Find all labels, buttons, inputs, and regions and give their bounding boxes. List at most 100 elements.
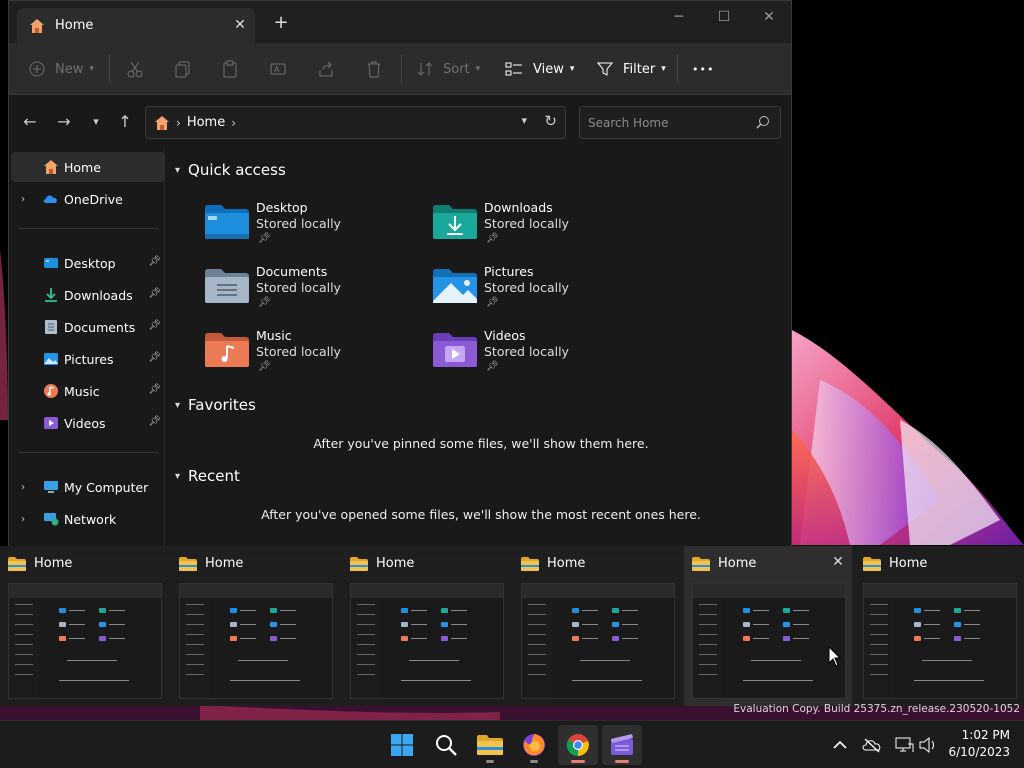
pin-icon[interactable]: 📌︎	[148, 256, 161, 267]
preview-sidebar-line	[528, 644, 546, 645]
pin-icon[interactable]: 📌︎	[148, 320, 161, 331]
window-thumbnail[interactable]: Home	[513, 546, 681, 706]
pin-icon[interactable]: 📌︎	[148, 416, 161, 427]
quick-access-item-desktop[interactable]: Desktop Stored locally 📌︎	[205, 200, 425, 258]
folder-icon	[350, 556, 368, 571]
window-thumbnail[interactable]: Home	[855, 546, 1023, 706]
document-icon	[45, 320, 57, 334]
share-icon[interactable]	[317, 57, 335, 81]
tab-home[interactable]: Home ✕	[17, 8, 255, 43]
start-button[interactable]	[382, 725, 422, 765]
volume-icon[interactable]	[918, 735, 938, 755]
sidebar-item-pictures[interactable]: Pictures 📌︎	[11, 344, 165, 374]
sidebar-item-desktop[interactable]: Desktop 📌︎	[11, 248, 165, 278]
preview-sidebar-line	[699, 664, 717, 665]
clipchamp-taskbar-button[interactable]	[602, 725, 642, 765]
preview-sidebar-line	[528, 654, 546, 655]
music-icon	[44, 384, 58, 398]
preview-text-line	[793, 624, 809, 625]
sidebar-item-documents[interactable]: Documents 📌︎	[11, 312, 165, 342]
pin-icon[interactable]: 📌︎	[148, 352, 161, 363]
quick-access-item-videos[interactable]: Videos Stored locally 📌︎	[433, 328, 653, 386]
onedrive-offline-icon[interactable]	[862, 735, 882, 755]
window-thumbnail[interactable]: Home ✕	[684, 546, 852, 706]
active-indicator	[571, 760, 585, 763]
search-button[interactable]	[426, 725, 466, 765]
section-title: Quick access	[188, 161, 286, 179]
quick-access-item-pictures[interactable]: Pictures Stored locally 📌︎	[433, 264, 653, 322]
close-button[interactable]: ✕	[749, 5, 789, 29]
window-thumbnail[interactable]: Home	[171, 546, 339, 706]
breadcrumb-home[interactable]: Home	[187, 115, 225, 130]
more-options-button[interactable]: •••	[692, 57, 714, 81]
sidebar-item-my-computer[interactable]: › My Computer	[11, 472, 165, 502]
expand-chevron-icon[interactable]: ›	[21, 482, 25, 493]
copy-icon[interactable]	[174, 57, 192, 81]
delete-icon[interactable]	[365, 57, 383, 81]
pin-icon: 📌︎	[258, 361, 271, 372]
firefox-taskbar-button[interactable]	[514, 725, 554, 765]
tab-close-icon[interactable]: ✕	[231, 16, 249, 34]
filter-button[interactable]: Filter ▾	[597, 57, 666, 81]
file-explorer-taskbar-button[interactable]	[470, 725, 510, 765]
cut-icon[interactable]	[126, 57, 144, 81]
pin-icon[interactable]: 📌︎	[148, 384, 161, 395]
minimize-button[interactable]: ─	[659, 5, 699, 29]
recent-locations-chevron-icon[interactable]: ▾	[86, 112, 106, 132]
sidebar-item-music[interactable]: Music 📌︎	[11, 376, 165, 406]
preview-message-line	[580, 660, 630, 661]
preview-sidebar-line	[699, 644, 717, 645]
window-thumbnail[interactable]: Home	[342, 546, 510, 706]
preview-sidebar-line	[15, 664, 33, 665]
sidebar-item-videos[interactable]: Videos 📌︎	[11, 408, 165, 438]
quick-access-item-documents[interactable]: Documents Stored locally 📌︎	[205, 264, 425, 322]
recent-header[interactable]: ▾ Recent	[175, 467, 240, 485]
search-icon[interactable]	[756, 115, 770, 129]
paste-icon[interactable]	[221, 57, 239, 81]
close-thumbnail-icon[interactable]: ✕	[828, 554, 848, 574]
quick-access-header[interactable]: ▾ Quick access	[175, 161, 286, 179]
view-button[interactable]: View ▾	[505, 57, 574, 81]
thumbnail-title: Home	[205, 556, 244, 571]
search-input[interactable]	[580, 107, 750, 138]
rename-icon[interactable]: A	[269, 57, 287, 81]
sort-icon	[417, 62, 433, 76]
address-bar[interactable]: › Home › ▾ ↻	[145, 106, 566, 139]
sort-button[interactable]: Sort ▾	[417, 57, 480, 81]
thumbnail-title: Home	[34, 556, 73, 571]
window-thumbnail[interactable]: Home	[0, 546, 168, 706]
preview-text-line	[924, 638, 940, 639]
back-arrow-icon[interactable]: ←	[20, 112, 40, 132]
preview-message-line	[59, 680, 129, 681]
new-button[interactable]: New ▾	[29, 57, 94, 81]
preview-folder	[612, 608, 619, 613]
search-icon	[436, 735, 457, 756]
network-status-icon[interactable]	[894, 735, 914, 755]
system-clock[interactable]: 1:02 PM 6/10/2023	[948, 727, 1010, 761]
sidebar-item-downloads[interactable]: Downloads 📌︎	[11, 280, 165, 310]
sidebar-item-onedrive[interactable]: › OneDrive	[11, 184, 165, 214]
forward-arrow-icon[interactable]: →	[54, 112, 74, 132]
preview-text-line	[280, 624, 296, 625]
up-arrow-icon[interactable]: ↑	[115, 112, 135, 132]
sidebar-item-label: Music	[64, 383, 100, 399]
maximize-button[interactable]: ☐	[704, 5, 744, 29]
chevron-down-icon: ▾	[89, 64, 94, 74]
quick-access-item-music[interactable]: Music Stored locally 📌︎	[205, 328, 425, 386]
show-hidden-icons-chevron-icon[interactable]	[830, 735, 850, 755]
view-label: View	[533, 61, 564, 77]
pin-icon[interactable]: 📌︎	[148, 288, 161, 299]
sidebar-item-network[interactable]: › Network	[11, 504, 165, 534]
quick-access-item-downloads[interactable]: Downloads Stored locally 📌︎	[433, 200, 653, 258]
item-status: Stored locally	[484, 344, 569, 359]
sidebar-item-home[interactable]: Home	[11, 152, 165, 182]
expand-chevron-icon[interactable]: ›	[21, 194, 25, 205]
preview-text-line	[582, 610, 598, 611]
address-dropdown-icon[interactable]: ▾	[521, 114, 527, 127]
favorites-header[interactable]: ▾ Favorites	[175, 396, 256, 414]
expand-chevron-icon[interactable]: ›	[21, 514, 25, 525]
new-tab-button[interactable]: +	[271, 13, 291, 33]
preview-sidebar-line	[15, 624, 33, 625]
chrome-taskbar-button[interactable]	[558, 725, 598, 765]
refresh-icon[interactable]: ↻	[544, 112, 557, 130]
